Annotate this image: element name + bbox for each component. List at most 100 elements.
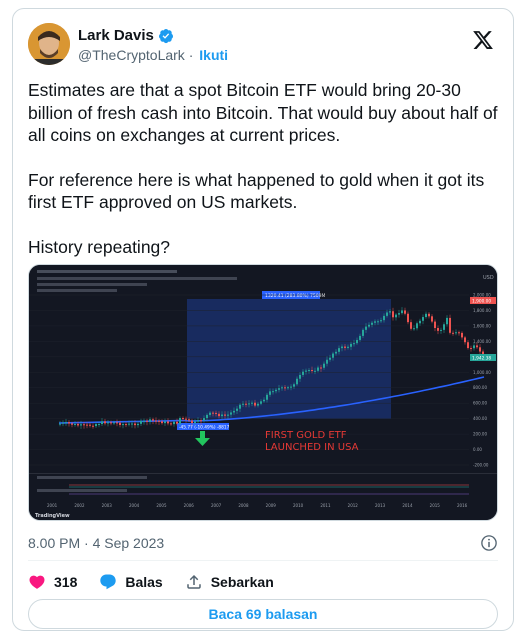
candle bbox=[404, 310, 406, 314]
candle bbox=[239, 404, 241, 409]
candle bbox=[170, 423, 172, 425]
candle bbox=[290, 386, 292, 388]
candle bbox=[455, 332, 457, 334]
author-handle[interactable]: @TheCryptoLark bbox=[78, 47, 185, 63]
y-tick-label: 600.00 bbox=[473, 401, 487, 406]
candle bbox=[65, 422, 67, 424]
share-button[interactable]: Sebarkan bbox=[185, 573, 274, 591]
candle bbox=[137, 423, 139, 426]
y-tick-label: 1,800.00 bbox=[473, 308, 491, 313]
like-button[interactable]: 318 bbox=[28, 573, 77, 591]
follow-button[interactable]: Ikuti bbox=[199, 47, 228, 63]
range-highlight-box bbox=[187, 299, 391, 419]
gold-price-chart: USD 1320.41 (283.80%) 7509M -45.77 (-10.… bbox=[29, 265, 497, 520]
avatar[interactable] bbox=[28, 23, 70, 65]
divider bbox=[28, 560, 498, 561]
candle bbox=[113, 422, 115, 424]
candle bbox=[89, 424, 91, 426]
candle bbox=[296, 378, 298, 385]
chart-header-line bbox=[37, 277, 237, 280]
candle bbox=[437, 328, 439, 331]
candle bbox=[311, 370, 313, 372]
x-tick-label: 2007 bbox=[211, 503, 222, 508]
x-tick-label: 2005 bbox=[156, 503, 167, 508]
tweet-paragraph: History repeating? bbox=[28, 236, 171, 257]
y-tick-label: 1,600.00 bbox=[473, 323, 491, 328]
candle bbox=[479, 347, 481, 352]
candle bbox=[407, 313, 409, 323]
candle bbox=[464, 337, 466, 343]
price-tag-top-label: 1,900.00 bbox=[472, 299, 491, 305]
y-tick-label: 0.00 bbox=[473, 447, 482, 452]
candle bbox=[185, 418, 187, 420]
candle bbox=[131, 423, 133, 425]
reply-button[interactable]: Balas bbox=[99, 573, 163, 591]
candle bbox=[428, 313, 430, 317]
candle bbox=[299, 374, 301, 379]
candle bbox=[434, 321, 436, 329]
candle bbox=[314, 370, 316, 372]
candle bbox=[449, 317, 451, 333]
candle bbox=[209, 412, 211, 415]
candle bbox=[419, 320, 421, 324]
candle bbox=[80, 424, 82, 426]
x-tick-label: 2011 bbox=[320, 503, 331, 508]
candle bbox=[425, 313, 427, 318]
candle bbox=[440, 329, 442, 331]
candle bbox=[164, 421, 166, 424]
x-tick-label: 2008 bbox=[238, 503, 249, 508]
candle bbox=[371, 322, 373, 325]
candle bbox=[221, 414, 223, 417]
etf-annotation-line1: FIRST GOLD ETF bbox=[265, 430, 347, 441]
candle bbox=[401, 310, 403, 314]
candle bbox=[446, 317, 448, 325]
handle-row: @TheCryptoLark · Ikuti bbox=[78, 47, 228, 63]
candle bbox=[308, 370, 310, 372]
candle bbox=[83, 424, 85, 426]
candle bbox=[167, 421, 169, 424]
candle bbox=[365, 326, 367, 330]
candle bbox=[470, 348, 472, 350]
candle bbox=[179, 418, 181, 424]
share-upload-icon bbox=[186, 574, 201, 589]
candle bbox=[152, 419, 154, 421]
x-logo-icon[interactable] bbox=[472, 29, 494, 51]
candle bbox=[122, 424, 124, 426]
candle bbox=[368, 324, 370, 327]
author-name[interactable]: Lark Davis bbox=[78, 27, 154, 44]
candle bbox=[377, 321, 379, 323]
candle bbox=[302, 371, 304, 375]
author-name-row: Lark Davis bbox=[78, 27, 174, 44]
candle bbox=[392, 311, 394, 318]
candle bbox=[74, 423, 76, 425]
x-tick-label: 2012 bbox=[348, 503, 359, 508]
candle bbox=[431, 316, 433, 322]
candle bbox=[149, 419, 151, 422]
tweet-timestamp[interactable]: 8.00 PM · 4 Sep 2023 bbox=[28, 535, 164, 551]
x-tick-label: 2015 bbox=[430, 503, 441, 508]
candle bbox=[218, 413, 220, 417]
x-tick-label: 2003 bbox=[102, 503, 113, 508]
candle bbox=[317, 367, 319, 371]
candle bbox=[398, 313, 400, 315]
x-tick-label: 2006 bbox=[184, 503, 195, 508]
candle bbox=[281, 387, 283, 389]
candle bbox=[215, 412, 217, 414]
candle bbox=[269, 391, 271, 395]
range-low-label: -45.77 (-10.49%) -8817 bbox=[179, 425, 230, 431]
candle bbox=[71, 423, 73, 425]
candle bbox=[206, 414, 208, 419]
y-tick-label: 1,400.00 bbox=[473, 339, 491, 344]
indicator-label bbox=[37, 476, 147, 479]
info-icon[interactable] bbox=[480, 534, 498, 552]
candle bbox=[347, 346, 349, 348]
x-tick-label: 2001 bbox=[47, 503, 58, 508]
candle bbox=[374, 321, 376, 323]
etf-annotation-line2: LAUNCHED IN USA bbox=[265, 442, 359, 453]
candle bbox=[194, 421, 196, 424]
x-tick-label: 2004 bbox=[129, 503, 140, 508]
x-tick-label: 2016 bbox=[457, 503, 468, 508]
read-replies-button[interactable]: Baca 69 balasan bbox=[28, 599, 498, 629]
tweet-media-chart[interactable]: USD 1320.41 (283.80%) 7509M -45.77 (-10.… bbox=[28, 264, 498, 521]
candle bbox=[227, 414, 229, 416]
